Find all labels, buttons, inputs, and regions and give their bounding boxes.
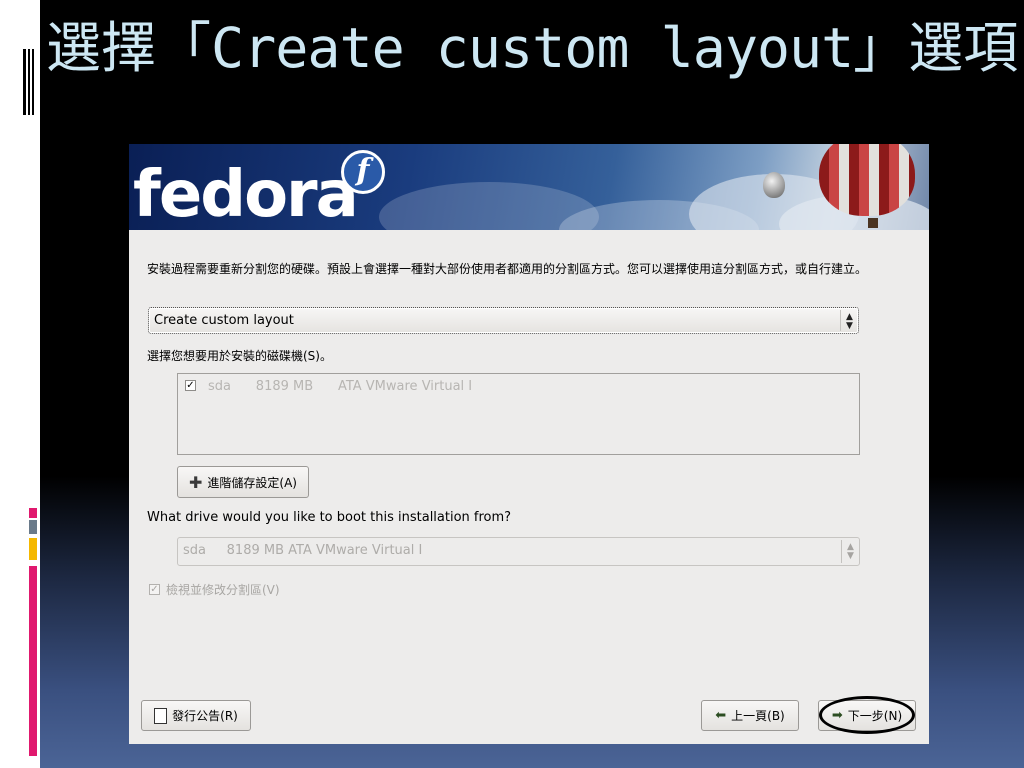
review-partitions-option[interactable]: ✓ 檢視並修改分割區(V) (149, 581, 280, 598)
highlight-circle (819, 696, 915, 734)
drive-sda-checkbox[interactable]: ✓ (185, 380, 196, 391)
fedora-logo-icon: f (341, 150, 385, 194)
balloon-large (819, 144, 915, 216)
release-notes-label: 發行公告(R) (172, 709, 238, 723)
installer-window: fedora f 安裝過程需要重新分割您的硬碟。預設上會選擇一種對大部份使用者都… (129, 144, 929, 744)
arrow-left-icon: ⬅ (715, 708, 727, 723)
boot-drive-question: What drive would you like to boot this i… (147, 510, 512, 525)
plus-icon: ✚ (189, 472, 203, 492)
slide-title: 選擇「Create custom layout」選項 (46, 16, 1019, 80)
document-icon (154, 707, 168, 724)
select-arrows-icon: ▲ ▼ (840, 310, 858, 331)
back-label: 上一頁(B) (731, 709, 785, 723)
partition-layout-select[interactable]: Create custom layout ▲ ▼ (148, 307, 859, 334)
back-button[interactable]: ⬅ 上一頁(B) (701, 700, 799, 731)
drive-select-label: 選擇您想要用於安裝的磁碟機(S)。 (147, 349, 332, 363)
list-item[interactable]: sda 8189 MB ATA VMware Virtual I (208, 379, 472, 394)
release-notes-button[interactable]: 發行公告(R) (141, 700, 251, 731)
boot-drive-value: sda 8189 MB ATA VMware Virtual I (183, 543, 423, 558)
advanced-storage-button[interactable]: ✚ 進階儲存設定(A) (177, 466, 309, 498)
fedora-logo-text: fedora (133, 158, 359, 230)
partition-intro-text: 安裝過程需要重新分割您的硬碟。預設上會選擇一種對大部份使用者都適用的分割區方式。… (147, 262, 868, 276)
drive-list[interactable]: ✓ sda 8189 MB ATA VMware Virtual I (177, 373, 860, 455)
partition-layout-value: Create custom layout (154, 313, 294, 328)
boot-drive-select[interactable]: sda 8189 MB ATA VMware Virtual I ▲ ▼ (177, 537, 860, 566)
fedora-banner: fedora f (129, 144, 929, 230)
balloon-small (763, 172, 785, 198)
review-checkbox[interactable]: ✓ (149, 584, 160, 595)
advanced-storage-label: 進階儲存設定(A) (207, 475, 297, 490)
balloon-basket (868, 218, 878, 228)
select-arrows-icon: ▲ ▼ (841, 540, 859, 563)
review-label: 檢視並修改分割區(V) (166, 583, 280, 597)
